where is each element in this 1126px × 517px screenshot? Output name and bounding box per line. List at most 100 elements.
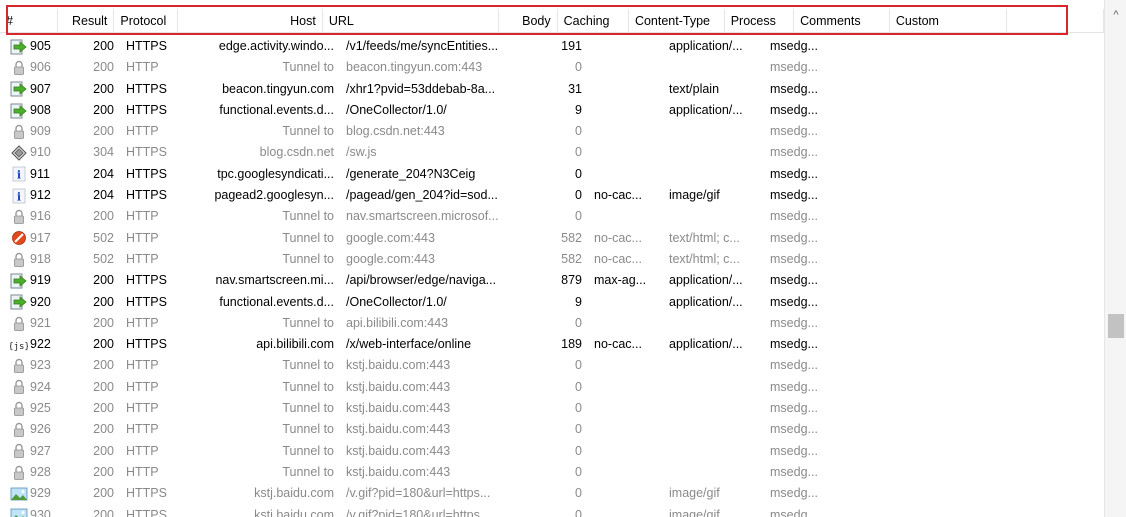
row-custom: [938, 164, 1062, 185]
row-body: 0: [575, 60, 582, 75]
session-row[interactable]: 923 200 HTTP Tunnel to kstj.baidu.com:443 0 ms…: [0, 355, 1104, 376]
row-comments: [837, 462, 938, 483]
row-comments: [837, 249, 938, 270]
row-process: msedg...: [770, 443, 818, 458]
row-comments: [837, 164, 938, 185]
row-comments: [837, 377, 938, 398]
row-caching: [588, 121, 663, 142]
row-host: blog.csdn.net: [259, 145, 334, 160]
row-protocol: HTTPS: [126, 273, 167, 288]
row-body: 0: [575, 209, 582, 224]
session-row[interactable]: 925 200 HTTP Tunnel to kstj.baidu.com:443 0 ms…: [0, 398, 1104, 419]
session-row[interactable]: 919 200 HTTPS nav.smartscreen.mi... /api/bro…: [0, 270, 1104, 291]
column-header-url[interactable]: URL: [323, 9, 499, 33]
row-content-type: image/gif: [669, 507, 720, 517]
row-number: i 911: [0, 164, 61, 185]
row-number: i 912: [0, 185, 61, 206]
row-number: 930: [0, 505, 61, 517]
row-number-label: 920: [30, 294, 51, 309]
row-host: tpc.googlesyndicati...: [217, 166, 334, 181]
row-body: 31: [568, 81, 582, 96]
column-header-content-type[interactable]: Content-Type: [629, 9, 725, 33]
row-comments: [837, 505, 938, 517]
row-custom: [938, 36, 1062, 57]
session-row[interactable]: 916 200 HTTP Tunnel to nav.smartscreen.micro…: [0, 206, 1104, 227]
row-result: 200: [93, 81, 114, 96]
row-process: msedg...: [770, 337, 818, 352]
row-url: /x/web-interface/online: [346, 337, 472, 352]
session-row[interactable]: 928 200 HTTP Tunnel to kstj.baidu.com:443 0 ms…: [0, 462, 1104, 483]
row-protocol: HTTP: [126, 315, 159, 330]
session-row[interactable]: 908 200 HTTPS functional.events.d... /OneCol…: [0, 100, 1104, 121]
column-header-custom[interactable]: Custom: [890, 9, 1008, 33]
row-host: api.bilibili.com: [256, 337, 334, 352]
row-caching: [588, 462, 663, 483]
row-number-label: 926: [30, 422, 51, 437]
session-row[interactable]: 909 200 HTTP Tunnel to blog.csdn.net:443 0 mse…: [0, 121, 1104, 142]
vertical-scrollbar[interactable]: ^: [1104, 0, 1126, 517]
column-header-process[interactable]: Process: [725, 9, 795, 33]
row-content-type: [663, 377, 764, 398]
row-host: Tunnel to: [282, 315, 334, 330]
info-icon: i: [10, 166, 28, 182]
row-body: 191: [561, 39, 582, 53]
row-protocol: HTTPS: [126, 102, 167, 117]
row-number: 926: [0, 419, 61, 440]
session-row[interactable]: 930 200 HTTPS kstj.baidu.com/v.gif?pid=180&…: [0, 505, 1104, 517]
row-number-label: 908: [30, 102, 51, 117]
row-host: beacon.tingyun.com: [222, 81, 334, 96]
session-row[interactable]: 906 200 HTTP Tunnel to beacon.tingyun.com:44…: [0, 57, 1104, 78]
column-header-caching[interactable]: Caching: [558, 9, 629, 33]
row-result: 200: [93, 337, 114, 352]
column-header-result[interactable]: Result: [58, 9, 115, 33]
column-header-comments[interactable]: Comments: [794, 9, 890, 33]
column-header-protocol[interactable]: Protocol: [114, 9, 179, 33]
session-row[interactable]: 921 200 HTTP Tunnel to api.bilibili.com:443 0…: [0, 313, 1104, 334]
row-result: 200: [93, 124, 114, 139]
row-number: 919: [0, 270, 61, 291]
session-row[interactable]: 918 502 HTTP Tunnel to google.com:443 582 no-c…: [0, 249, 1104, 270]
column-header-body[interactable]: Body: [499, 9, 558, 33]
row-process: msedg...: [770, 251, 818, 266]
session-row[interactable]: i 911 204 HTTPS tpc.googlesyndicati... /gener…: [0, 164, 1104, 185]
column-header-number[interactable]: #: [0, 9, 59, 33]
session-row[interactable]: 929 200 HTTPS kstj.baidu.com/v.gif?pid=180&…: [0, 483, 1104, 504]
row-protocol: HTTPS: [126, 337, 167, 352]
session-row[interactable]: {js}922 200 HTTPS api.bilibili.com/x/web-in…: [0, 334, 1104, 355]
row-body: 0: [575, 166, 582, 181]
scroll-up-arrow-icon[interactable]: ^: [1105, 6, 1126, 24]
row-process: msedg...: [770, 486, 818, 501]
row-url: api.bilibili.com:443: [346, 315, 449, 330]
row-comments: [837, 57, 938, 78]
row-url: kstj.baidu.com:443: [346, 464, 451, 479]
session-row[interactable]: 926 200 HTTP Tunnel to kstj.baidu.com:443 0 ms…: [0, 419, 1104, 440]
row-protocol: HTTPS: [126, 81, 167, 96]
row-body: 0: [575, 124, 582, 139]
column-header-host[interactable]: Host: [178, 9, 323, 33]
session-row[interactable]: 924 200 HTTP Tunnel to kstj.baidu.com:443 0 ms…: [0, 377, 1104, 398]
row-comments: [837, 36, 938, 57]
session-row[interactable]: 917 502 HTTP Tunnel to google.com:443 582 no-c…: [0, 228, 1104, 249]
row-url: kstj.baidu.com:443: [346, 379, 451, 394]
row-custom: [938, 419, 1062, 440]
row-number-label: 922: [30, 337, 51, 352]
row-body: 879: [561, 273, 582, 288]
session-row[interactable]: i 912 204 HTTPS pagead2.googlesyn... /pagead/…: [0, 185, 1104, 206]
row-process: msedg...: [770, 188, 818, 203]
row-content-type: [663, 441, 764, 462]
row-body: 582: [561, 251, 582, 266]
session-row[interactable]: 927 200 HTTP Tunnel to kstj.baidu.com:443 0 ms…: [0, 441, 1104, 462]
row-custom: [938, 270, 1062, 291]
row-protocol: HTTPS: [126, 145, 167, 160]
row-content-type: [663, 313, 764, 334]
scrollbar-thumb[interactable]: [1108, 314, 1124, 338]
session-row[interactable]: 920 200 HTTPS functional.events.d... /OneCol…: [0, 292, 1104, 313]
row-custom: [938, 377, 1062, 398]
session-row[interactable]: 905 200 HTTPS edge.activity.windo... /v1/fee…: [0, 36, 1104, 57]
row-process: msedg...: [770, 102, 818, 117]
row-protocol: HTTP: [126, 251, 159, 266]
row-host: Tunnel to: [282, 443, 334, 458]
session-row[interactable]: 910 304 HTTPS blog.csdn.net/sw.js 0 msedg...: [0, 142, 1104, 163]
session-row[interactable]: 907 200 HTTPS beacon.tingyun.com/xhr1?pvid=…: [0, 79, 1104, 100]
row-custom: [938, 505, 1062, 517]
